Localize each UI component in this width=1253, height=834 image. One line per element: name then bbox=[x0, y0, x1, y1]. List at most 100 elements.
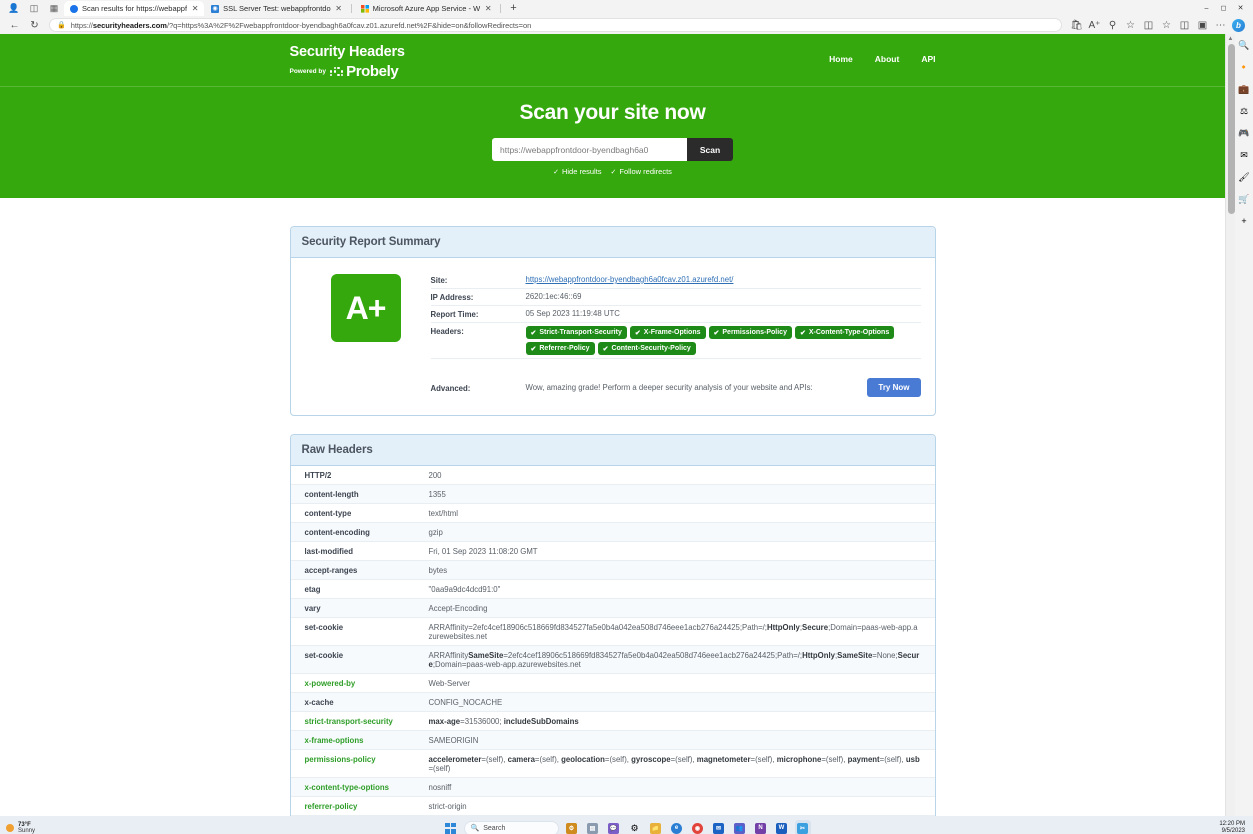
microsoft-favicon-icon bbox=[361, 5, 369, 13]
try-now-button[interactable]: Try Now bbox=[867, 378, 920, 397]
copilot-button[interactable]: b bbox=[1230, 17, 1247, 33]
table-row: content-typetext/html bbox=[291, 504, 935, 523]
outlook-glyph-icon: ✉ bbox=[713, 823, 724, 834]
outlook-icon[interactable]: ✉ bbox=[1237, 148, 1251, 162]
split-screen-icon[interactable]: ◫ bbox=[1140, 17, 1157, 33]
scan-button[interactable]: Scan bbox=[687, 138, 733, 161]
check-icon: ✓ bbox=[611, 168, 617, 176]
summary-row-report-time: Report Time: 05 Sep 2023 11:19:48 UTC bbox=[431, 306, 921, 323]
nav-link-api[interactable]: API bbox=[921, 54, 935, 64]
browser-chrome: 👤 ◫ ▦ Scan results for https://webappf ✕… bbox=[0, 0, 1253, 34]
taskview-glyph-icon: ▤ bbox=[587, 823, 598, 834]
start-button[interactable] bbox=[443, 820, 459, 834]
table-row: permissions-policyaccelerometer=(self), … bbox=[291, 750, 935, 778]
table-row: x-content-type-optionsnosniff bbox=[291, 778, 935, 797]
browser-tab-1[interactable]: Scan results for https://webappf ✕ bbox=[64, 1, 204, 16]
tab-separator bbox=[500, 4, 501, 13]
browser-tab-2[interactable]: ◉ SSL Server Test: webappfrontdo ✕ bbox=[205, 1, 348, 16]
page-viewport: Security Headers Powered by Probely Home… bbox=[0, 34, 1253, 816]
address-bar[interactable]: 🔒 https://securityheaders.com/?q=https%3… bbox=[49, 18, 1062, 32]
grade-badge: A+ bbox=[331, 274, 401, 342]
header-name-cell: x-content-type-options bbox=[291, 778, 423, 797]
tab-actions-icon[interactable]: ◫ bbox=[24, 1, 44, 16]
header-value-cell: accelerometer=(self), camera=(self), geo… bbox=[423, 750, 935, 778]
browser-essentials-icon[interactable]: ▣ bbox=[1194, 17, 1211, 33]
collections-icon[interactable]: ◫ bbox=[1176, 17, 1193, 33]
copilot-taskbar-icon[interactable]: ⚙ bbox=[564, 820, 580, 834]
header-name-cell: content-type bbox=[291, 504, 423, 523]
refresh-icon[interactable]: ↻ bbox=[26, 17, 43, 33]
new-tab-button[interactable]: + bbox=[504, 3, 522, 14]
check-icon: ✓ bbox=[553, 168, 559, 176]
tab-close-icon[interactable]: ✕ bbox=[484, 5, 492, 13]
edge-icon[interactable]: e bbox=[669, 820, 685, 834]
office-icon[interactable]: 🖌 bbox=[1237, 170, 1251, 184]
shopping-icon[interactable]: 💼 bbox=[1237, 82, 1251, 96]
nav-link-home[interactable]: Home bbox=[829, 54, 853, 64]
summary-row-ip: IP Address: 2620:1ec:46::69 bbox=[431, 289, 921, 306]
header-value-cell: bytes bbox=[423, 561, 935, 580]
profile-icon[interactable]: 👤 bbox=[4, 1, 24, 16]
search-icon[interactable]: 🔍 bbox=[1237, 38, 1251, 52]
nav-link-about[interactable]: About bbox=[875, 54, 900, 64]
close-button[interactable]: ✕ bbox=[1232, 1, 1249, 16]
taskbar-clock[interactable]: 12:20 PM 9/5/2023 bbox=[1219, 821, 1245, 834]
discover-icon[interactable]: 🔸 bbox=[1237, 60, 1251, 74]
taskbar-weather-widget[interactable]: 73°F Sunny bbox=[6, 822, 35, 834]
settings-icon[interactable]: ⚙ bbox=[627, 820, 643, 834]
header-value-cell: text/html bbox=[423, 504, 935, 523]
header-badge: ✔Referrer-Policy bbox=[526, 342, 595, 355]
raw-headers-panel: Raw Headers HTTP/2200content-length1355c… bbox=[290, 434, 936, 816]
maximize-button[interactable]: ◻ bbox=[1215, 1, 1232, 16]
header-name-cell: accept-ranges bbox=[291, 561, 423, 580]
tab-close-icon[interactable]: ✕ bbox=[335, 5, 343, 13]
check-icon: ✔ bbox=[714, 329, 720, 337]
snipping-tool-icon[interactable]: ✂ bbox=[795, 820, 811, 834]
task-view-icon[interactable]: ▤ bbox=[585, 820, 601, 834]
read-aloud-icon[interactable]: A⁺ bbox=[1086, 17, 1103, 33]
scan-url-input[interactable] bbox=[492, 138, 687, 161]
taskbar-search[interactable]: 🔍 Search bbox=[464, 821, 559, 834]
check-icon: ✔ bbox=[531, 329, 537, 337]
back-icon[interactable]: ← bbox=[6, 17, 23, 33]
onenote-icon[interactable]: N bbox=[753, 820, 769, 834]
tab-close-icon[interactable]: ✕ bbox=[191, 5, 199, 13]
scrollbar-thumb[interactable] bbox=[1228, 44, 1235, 214]
navbar-actions: 🛍 A⁺ ⚲ ☆ ◫ ☆ ◫ ▣ ⋯ b bbox=[1068, 17, 1247, 33]
site-branding[interactable]: Security Headers Powered by Probely bbox=[290, 44, 405, 80]
settings-more-icon[interactable]: ⋯ bbox=[1212, 17, 1229, 33]
follow-redirects-option[interactable]: ✓ Follow redirects bbox=[611, 167, 672, 176]
site-nav: Home About API bbox=[829, 44, 935, 64]
onenote-glyph-icon: N bbox=[755, 823, 766, 834]
table-row: set-cookieARRAffinitySameSite=2efc4cef18… bbox=[291, 646, 935, 674]
chrome-icon[interactable]: ◉ bbox=[690, 820, 706, 834]
hide-results-label: Hide results bbox=[562, 167, 602, 176]
word-icon[interactable]: W bbox=[774, 820, 790, 834]
minimize-button[interactable]: – bbox=[1198, 1, 1215, 16]
site-url-link[interactable]: https://webappfrontdoor-byendbagh6a0fcav… bbox=[526, 275, 734, 284]
dropshop-icon[interactable]: 🛒 bbox=[1237, 192, 1251, 206]
tab-title: Scan results for https://webappf bbox=[82, 4, 187, 13]
scroll-up-arrow-icon[interactable]: ▲ bbox=[1226, 34, 1235, 44]
outlook-taskbar-icon[interactable]: ✉ bbox=[711, 820, 727, 834]
zoom-icon[interactable]: ⚲ bbox=[1104, 17, 1121, 33]
chat-glyph-icon: 💬 bbox=[608, 823, 619, 834]
hero-title: Scan your site now bbox=[0, 101, 1225, 125]
shopping-bag-icon[interactable]: 🛍 bbox=[1068, 17, 1085, 33]
add-sidebar-icon[interactable]: + bbox=[1237, 214, 1251, 228]
add-favorite-icon[interactable]: ☆ bbox=[1158, 17, 1175, 33]
clock-date: 9/5/2023 bbox=[1219, 828, 1245, 834]
file-explorer-icon[interactable]: 📁 bbox=[648, 820, 664, 834]
browser-tab-3[interactable]: Microsoft Azure App Service - W ✕ bbox=[355, 1, 498, 16]
teams-icon[interactable]: 👥 bbox=[732, 820, 748, 834]
hide-results-option[interactable]: ✓ Hide results bbox=[553, 167, 601, 176]
teams-glyph-icon: 👥 bbox=[734, 823, 745, 834]
windows-taskbar: 73°F Sunny 🔍 Search ⚙ ▤ 💬 ⚙ 📁 e ◉ ✉ 👥 N … bbox=[0, 816, 1253, 834]
tools-icon[interactable]: ⚖ bbox=[1237, 104, 1251, 118]
page-scrollbar[interactable]: ▲ bbox=[1225, 34, 1235, 816]
teams-chat-icon[interactable]: 💬 bbox=[606, 820, 622, 834]
favorite-star-icon[interactable]: ☆ bbox=[1122, 17, 1139, 33]
split-screen-icon[interactable]: ▦ bbox=[44, 1, 64, 16]
games-icon[interactable]: 🎮 bbox=[1237, 126, 1251, 140]
folder-glyph-icon: 📁 bbox=[650, 823, 661, 834]
